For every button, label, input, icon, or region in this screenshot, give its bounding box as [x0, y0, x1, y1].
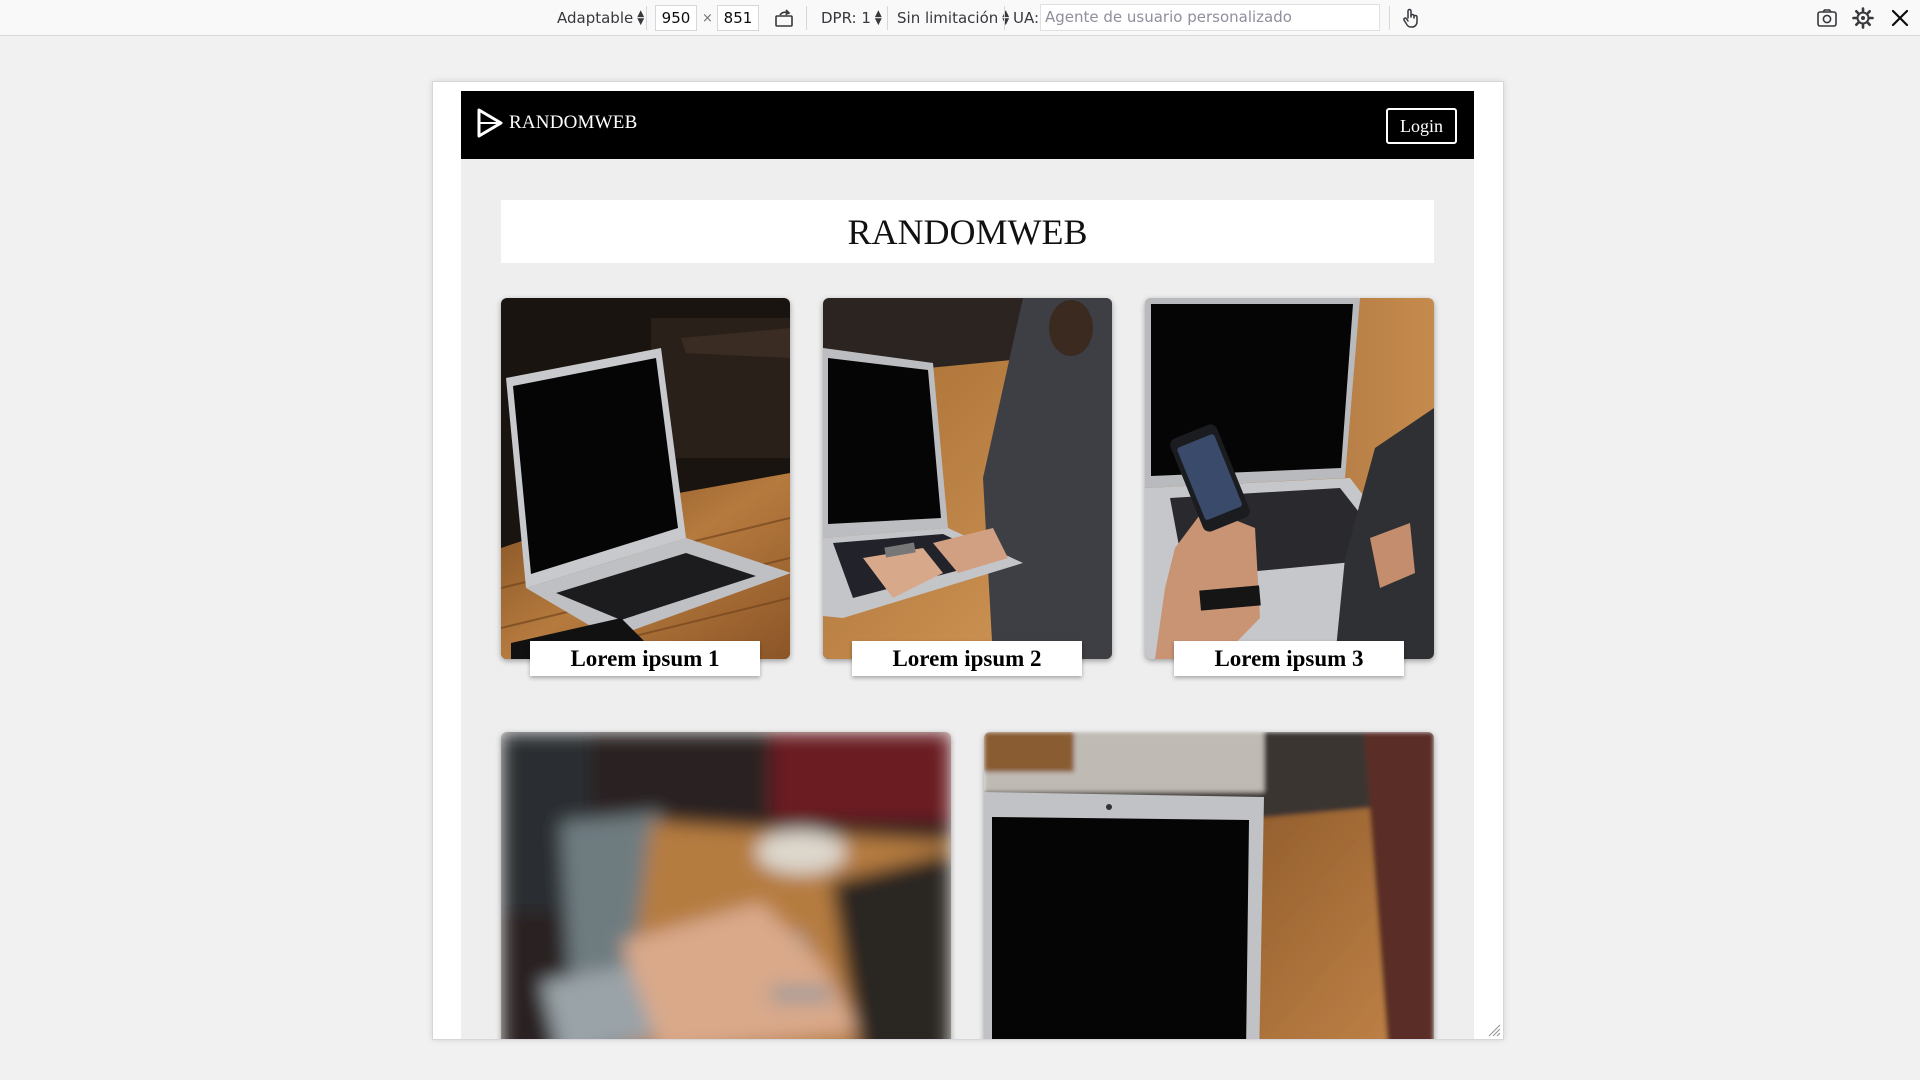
card-5[interactable] — [984, 732, 1434, 1039]
settings-icon[interactable] — [1851, 6, 1875, 30]
card-1[interactable]: Lorem ipsum 1 — [501, 298, 790, 676]
toolbar-separator — [1389, 6, 1390, 30]
card-image-hand-holding-phone — [1145, 298, 1434, 659]
rotate-icon[interactable] — [772, 6, 796, 30]
viewport-width-input[interactable]: 950 — [655, 5, 697, 31]
card-3[interactable]: Lorem ipsum 3 — [1145, 298, 1434, 676]
toolbar-separator — [1004, 6, 1005, 30]
play-logo-icon — [477, 108, 503, 138]
viewport-height-input[interactable]: 851 — [717, 5, 759, 31]
select-caret-icon: ▲ ▼ — [637, 9, 645, 27]
toolbar-separator — [887, 6, 888, 30]
dpr-selector-label: DPR: 1 — [821, 9, 871, 27]
toolbar-separator — [646, 6, 647, 30]
throttling-selector-label: Sin limitación — [897, 9, 999, 27]
card-image-laptop-front-view — [984, 732, 1434, 1039]
toolbar-separator — [806, 6, 807, 30]
card-caption: Lorem ipsum 3 — [1174, 641, 1404, 676]
responsive-design-toolbar: Adaptable ▲ ▼ 950 × 851 DPR: 1 ▲ ▼ Sin lim… — [0, 0, 1920, 36]
site-logo-text: RANDOMWEB — [509, 112, 638, 133]
web-page: RANDOMWEB Login RANDOMWEB Lorem ipsum 1 … — [461, 91, 1474, 1039]
login-button[interactable]: Login — [1386, 108, 1457, 144]
close-icon[interactable] — [1888, 6, 1912, 30]
card-caption: Lorem ipsum 2 — [852, 641, 1082, 676]
card-image-person-typing-laptop — [823, 298, 1112, 659]
card-image-blurred-hands-typing — [501, 732, 951, 1039]
responsive-viewport: RANDOMWEB Login RANDOMWEB Lorem ipsum 1 … — [432, 81, 1504, 1040]
device-selector-label: Adaptable — [557, 9, 634, 27]
hero-title-box: RANDOMWEB — [501, 200, 1434, 263]
dimension-times-sign: × — [702, 10, 713, 26]
select-caret-icon: ▲ ▼ — [874, 9, 882, 27]
card-caption: Lorem ipsum 1 — [530, 641, 760, 676]
page-title: RANDOMWEB — [847, 211, 1088, 252]
card-2[interactable]: Lorem ipsum 2 — [823, 298, 1112, 676]
site-logo[interactable]: RANDOMWEB — [477, 108, 637, 138]
card-image-laptop-on-table — [501, 298, 790, 659]
resize-handle-icon[interactable] — [1487, 1023, 1501, 1037]
site-navbar: RANDOMWEB Login — [461, 91, 1474, 159]
throttling-selector[interactable]: Sin limitación ▲ ▼ — [897, 0, 1009, 36]
user-agent-input[interactable]: Agente de usuario personalizado — [1040, 4, 1380, 31]
touch-icon[interactable] — [1399, 6, 1423, 30]
device-selector[interactable]: Adaptable ▲ ▼ — [557, 0, 644, 36]
user-agent-label: UA: — [1013, 9, 1040, 27]
card-4[interactable] — [501, 732, 951, 1039]
screenshot-icon[interactable] — [1815, 6, 1839, 30]
dpr-selector[interactable]: DPR: 1 ▲ ▼ — [821, 0, 882, 36]
